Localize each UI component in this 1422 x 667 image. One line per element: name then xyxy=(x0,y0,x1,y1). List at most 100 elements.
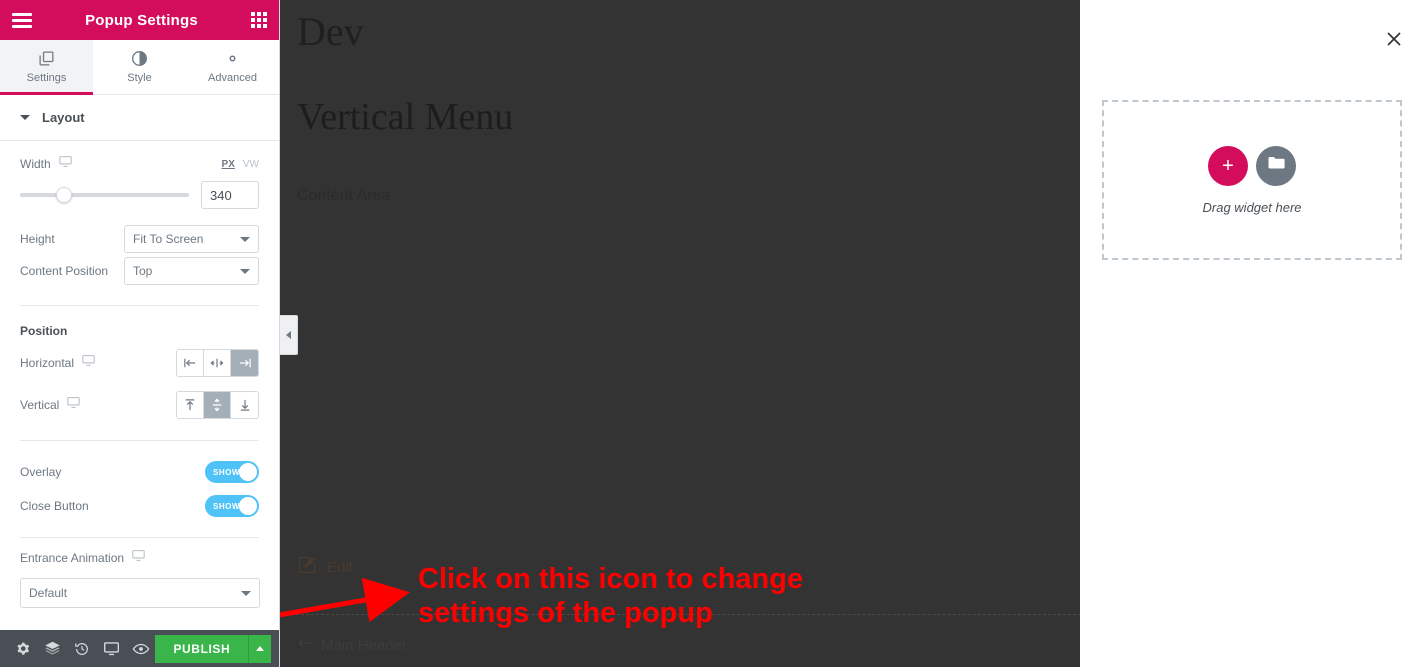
layout-controls: Width PX VW 340 Height Fit To Screen Con… xyxy=(0,141,279,608)
tab-settings[interactable]: Settings xyxy=(0,40,93,95)
plus-icon: + xyxy=(1222,154,1234,177)
panel-header: Popup Settings xyxy=(0,0,279,40)
unit-vw[interactable]: VW xyxy=(243,159,259,170)
main-header-label: Main Header xyxy=(321,636,407,654)
entrance-animation-select-wrap: Default xyxy=(20,578,260,608)
entrance-animation-select[interactable]: Default xyxy=(20,578,260,608)
overlay-toggle-state: SHOW xyxy=(213,467,240,477)
height-select-wrap: Fit To Screen xyxy=(124,225,259,253)
close-button-row: Close Button SHOW xyxy=(20,489,259,523)
dropzone-label: Drag widget here xyxy=(1202,199,1302,215)
align-middle-button[interactable] xyxy=(204,392,231,418)
overlay-row: Overlay SHOW xyxy=(20,455,259,489)
panel-footer: PUBLISH xyxy=(0,630,279,667)
edit-control[interactable]: Edit xyxy=(297,555,353,580)
page-subtitle: Vertical Menu xyxy=(297,96,514,138)
responsive-monitor-icon[interactable] xyxy=(67,396,81,414)
page-title: Dev xyxy=(297,9,364,54)
horizontal-row: Horizontal xyxy=(20,342,259,384)
height-select[interactable]: Fit To Screen xyxy=(124,225,259,253)
width-row: Width PX VW xyxy=(20,141,259,177)
content-position-select[interactable]: Top xyxy=(124,257,259,285)
position-section-title: Position xyxy=(20,324,68,338)
responsive-monitor-icon[interactable] xyxy=(58,155,72,173)
layers-icon[interactable] xyxy=(37,630,66,667)
dropzone-buttons: + xyxy=(1208,145,1296,186)
chevron-down-icon xyxy=(20,115,30,120)
align-left-button[interactable] xyxy=(177,350,204,376)
content-area-text: Content Area xyxy=(297,187,391,204)
edit-pencil-square-icon xyxy=(297,555,317,580)
add-widget-button[interactable]: + xyxy=(1208,145,1248,186)
apps-grid-icon[interactable] xyxy=(251,12,267,28)
folder-icon xyxy=(1268,156,1285,175)
chevron-up-icon xyxy=(256,646,265,651)
divider xyxy=(20,305,259,306)
section-layout-header[interactable]: Layout xyxy=(0,95,279,141)
panel-title: Popup Settings xyxy=(85,11,198,29)
entrance-animation-label: Entrance Animation xyxy=(20,551,125,565)
content-position-row: Content Position Top xyxy=(20,257,259,295)
popup-preview: + Drag widget here xyxy=(1080,0,1422,667)
arrow-left-icon xyxy=(297,636,313,654)
content-position-label: Content Position xyxy=(20,264,109,278)
align-center-button[interactable] xyxy=(204,350,231,376)
height-label: Height xyxy=(20,232,55,246)
contrast-half-circle-icon xyxy=(131,50,148,67)
publish-dropdown-button[interactable] xyxy=(248,634,271,663)
horizontal-label: Horizontal xyxy=(20,356,75,370)
close-button-toggle[interactable]: SHOW xyxy=(205,495,259,517)
responsive-monitor-icon[interactable] xyxy=(132,549,145,567)
align-top-button[interactable] xyxy=(177,392,204,418)
vertical-row: Vertical xyxy=(20,384,259,426)
responsive-monitor-icon[interactable] xyxy=(96,630,125,667)
align-bottom-button[interactable] xyxy=(231,392,258,418)
responsive-monitor-icon[interactable] xyxy=(82,354,95,372)
panel-body: Layout Width PX VW 340 Height Fit To Scr… xyxy=(0,95,279,630)
width-slider-row xyxy=(20,177,259,221)
toggle-knob xyxy=(239,463,257,481)
hamburger-icon[interactable] xyxy=(12,12,32,28)
widget-dropzone[interactable]: + Drag widget here xyxy=(1102,100,1402,260)
preview-eye-icon[interactable] xyxy=(126,630,155,667)
tab-style-label: Style xyxy=(127,72,152,84)
close-x-icon xyxy=(1386,31,1402,52)
layers-copy-icon xyxy=(38,50,55,67)
chevron-left-icon xyxy=(286,331,291,339)
unit-px[interactable]: PX xyxy=(222,159,235,170)
annotation-text: Click on this icon to change settings of… xyxy=(418,563,804,630)
tab-advanced-label: Advanced xyxy=(208,72,257,84)
overlay-label: Overlay xyxy=(20,465,62,479)
tab-style[interactable]: Style xyxy=(93,40,186,94)
height-row: Height Fit To Screen xyxy=(20,221,259,257)
panel-collapse-handle[interactable] xyxy=(280,315,298,355)
section-layout-title: Layout xyxy=(42,110,85,125)
tab-advanced[interactable]: Advanced xyxy=(186,40,279,94)
template-library-button[interactable] xyxy=(1256,145,1296,186)
horizontal-align-group xyxy=(176,349,259,377)
close-button-label: Close Button xyxy=(20,499,89,513)
gear-icon[interactable] xyxy=(8,630,37,667)
close-button-toggle-state: SHOW xyxy=(213,501,240,511)
width-slider-knob[interactable] xyxy=(55,187,72,203)
popup-close-button[interactable] xyxy=(1383,30,1405,52)
tab-settings-label: Settings xyxy=(26,72,67,84)
align-right-button[interactable] xyxy=(231,350,258,376)
width-input[interactable] xyxy=(201,181,259,209)
settings-panel: Popup Settings Settings Style Advanced L… xyxy=(0,0,280,667)
main-header-breadcrumb[interactable]: Main Header xyxy=(297,636,407,654)
gear-icon xyxy=(224,50,241,67)
width-units: PX VW xyxy=(222,159,259,170)
entrance-animation-row: Entrance Animation xyxy=(20,538,259,578)
publish-button[interactable]: PUBLISH xyxy=(155,634,249,663)
overlay-toggle[interactable]: SHOW xyxy=(205,461,259,483)
panel-tabs: Settings Style Advanced xyxy=(0,40,279,95)
width-label: Width xyxy=(20,157,51,171)
divider xyxy=(20,440,259,441)
width-slider[interactable] xyxy=(20,187,189,203)
vertical-label: Vertical xyxy=(20,398,60,412)
history-icon[interactable] xyxy=(67,630,96,667)
edit-label: Edit xyxy=(327,559,353,576)
content-position-select-wrap: Top xyxy=(124,257,259,285)
vertical-align-group xyxy=(176,391,259,419)
